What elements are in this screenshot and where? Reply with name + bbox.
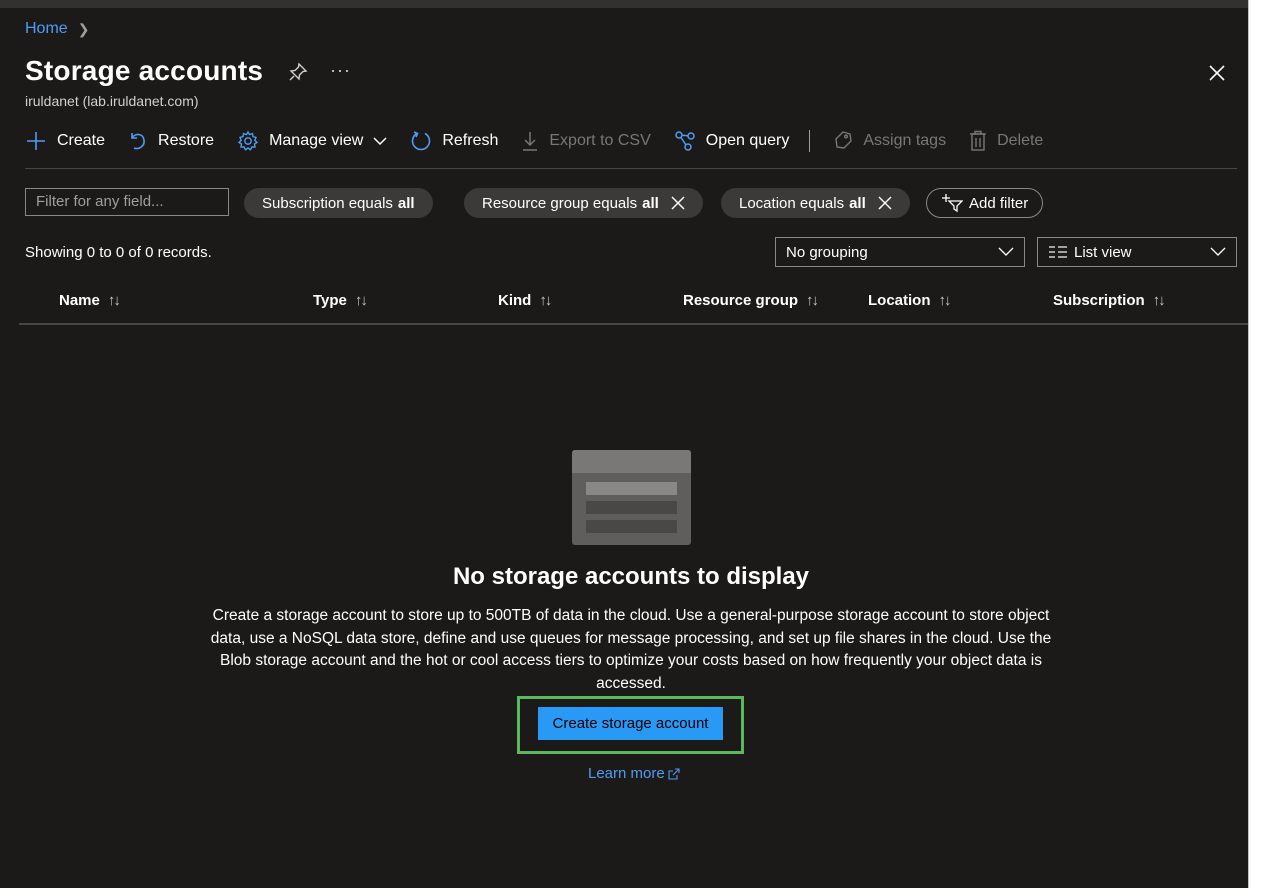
sort-icon: ↑↓ bbox=[1152, 292, 1166, 309]
column-label: Location bbox=[868, 292, 931, 309]
delete-label: Delete bbox=[997, 132, 1044, 149]
toolbar-divider bbox=[809, 130, 811, 152]
column-label: Subscription bbox=[1053, 292, 1145, 309]
more-options-icon[interactable]: ··· bbox=[330, 60, 351, 81]
sort-icon: ↑↓ bbox=[354, 292, 368, 309]
export-csv-label: Export to CSV bbox=[549, 132, 651, 149]
remove-filter-icon[interactable] bbox=[878, 196, 892, 210]
subscription-filter-label: Subscription equals bbox=[262, 194, 393, 212]
page-subtitle: iruldanet (lab.iruldanet.com) bbox=[25, 93, 199, 109]
column-header-name[interactable]: Name ↑↓ bbox=[59, 292, 121, 309]
column-label: Type bbox=[313, 292, 347, 309]
command-bar: Create Restore Manage view Refresh Expor… bbox=[25, 130, 1066, 152]
empty-state-title: No storage accounts to display bbox=[452, 563, 810, 590]
chevron-down-icon bbox=[373, 137, 387, 146]
column-label: Resource group bbox=[683, 292, 799, 309]
sort-icon: ↑↓ bbox=[107, 292, 121, 309]
location-filter-value: all bbox=[849, 194, 866, 212]
storage-account-icon bbox=[572, 450, 691, 545]
download-icon bbox=[523, 132, 538, 151]
plus-icon bbox=[27, 132, 45, 150]
table-header-divider bbox=[19, 323, 1248, 325]
tag-icon bbox=[835, 131, 853, 149]
manage-view-label: Manage view bbox=[269, 132, 364, 149]
toolbar-divider-line bbox=[25, 168, 1237, 169]
view-dropdown[interactable]: List view bbox=[1037, 237, 1237, 267]
resource-group-filter-value: all bbox=[642, 194, 659, 212]
resource-group-filter-pill[interactable]: Resource group equals all bbox=[464, 188, 703, 218]
view-value: List view bbox=[1074, 243, 1132, 261]
delete-button[interactable]: Delete bbox=[969, 130, 1043, 152]
add-filter-label: Add filter bbox=[969, 194, 1029, 212]
create-storage-account-button[interactable]: Create storage account bbox=[538, 707, 723, 740]
undo-icon bbox=[131, 133, 145, 150]
refresh-icon bbox=[412, 131, 431, 151]
column-header-type[interactable]: Type ↑↓ bbox=[313, 292, 368, 309]
breadcrumb: Home ❯ bbox=[25, 20, 89, 38]
gear-icon bbox=[237, 130, 259, 151]
grouping-value: No grouping bbox=[786, 243, 868, 261]
trash-icon bbox=[970, 130, 987, 151]
location-filter-pill[interactable]: Location equals all bbox=[721, 188, 910, 218]
learn-more-label: Learn more bbox=[588, 765, 665, 782]
refresh-label: Refresh bbox=[442, 132, 499, 149]
assign-tags-button[interactable]: Assign tags bbox=[833, 130, 946, 152]
export-csv-button[interactable]: Export to CSV bbox=[521, 130, 651, 152]
add-filter-button[interactable]: Add filter bbox=[926, 188, 1044, 218]
close-icon[interactable] bbox=[1207, 63, 1227, 88]
column-header-resource-group[interactable]: Resource group ↑↓ bbox=[683, 292, 819, 309]
create-label: Create bbox=[57, 132, 106, 149]
right-edge bbox=[1248, 0, 1262, 888]
sort-icon: ↑↓ bbox=[806, 292, 819, 309]
chevron-right-icon: ❯ bbox=[77, 20, 90, 37]
sort-icon: ↑↓ bbox=[539, 292, 552, 309]
column-label: Name bbox=[59, 292, 100, 309]
assign-tags-label: Assign tags bbox=[863, 132, 947, 149]
top-bar bbox=[0, 0, 1248, 8]
external-link-icon bbox=[668, 767, 680, 780]
learn-more-link[interactable]: Learn more bbox=[588, 765, 680, 782]
breadcrumb-home-link[interactable]: Home bbox=[25, 20, 68, 38]
column-label: Kind bbox=[498, 292, 532, 309]
refresh-button[interactable]: Refresh bbox=[410, 130, 498, 152]
restore-label: Restore bbox=[158, 132, 215, 149]
column-header-kind[interactable]: Kind ↑↓ bbox=[498, 292, 552, 309]
manage-view-button[interactable]: Manage view bbox=[237, 130, 387, 152]
resource-group-filter-label: Resource group equals bbox=[482, 194, 638, 212]
column-header-subscription[interactable]: Subscription ↑↓ bbox=[1053, 292, 1166, 309]
page-title: Storage accounts bbox=[25, 55, 264, 86]
chevron-down-icon bbox=[998, 247, 1014, 256]
query-icon bbox=[675, 131, 695, 151]
empty-state-description: Create a storage account to store up to … bbox=[210, 607, 1052, 692]
add-filter-icon bbox=[942, 194, 963, 213]
column-header-location[interactable]: Location ↑↓ bbox=[868, 292, 952, 309]
location-filter-label: Location equals bbox=[739, 194, 845, 212]
record-count: Showing 0 to 0 of 0 records. bbox=[25, 244, 212, 261]
restore-button[interactable]: Restore bbox=[128, 130, 214, 152]
create-button[interactable]: Create bbox=[25, 130, 105, 152]
subscription-filter-value: all bbox=[397, 194, 415, 212]
remove-filter-icon[interactable] bbox=[671, 196, 685, 210]
list-icon bbox=[1049, 246, 1067, 258]
filter-input[interactable]: Filter for any field... bbox=[25, 188, 229, 216]
sort-icon: ↑↓ bbox=[938, 292, 952, 309]
view-selected: List view bbox=[1048, 244, 1132, 261]
grouping-dropdown[interactable]: No grouping bbox=[775, 237, 1025, 267]
open-query-label: Open query bbox=[705, 132, 790, 149]
chevron-down-icon bbox=[1210, 247, 1226, 256]
open-query-button[interactable]: Open query bbox=[674, 130, 790, 152]
subscription-filter-pill[interactable]: Subscription equals all bbox=[244, 188, 433, 218]
pin-icon[interactable] bbox=[288, 62, 308, 87]
